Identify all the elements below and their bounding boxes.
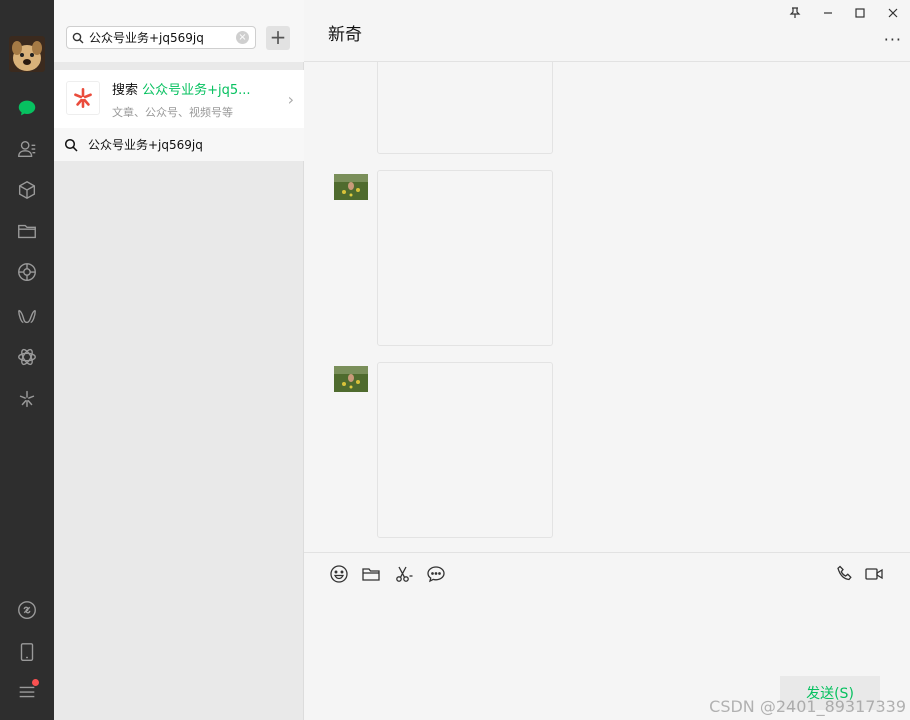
search-suggestion-text: 公众号业务+jq569jq bbox=[88, 138, 203, 152]
search-web-result[interactable]: 搜索 公众号业务+jq5... 文章、公众号、视频号等 › bbox=[54, 70, 304, 128]
files-icon[interactable] bbox=[13, 217, 41, 245]
message-bubble[interactable] bbox=[377, 362, 553, 538]
search-input[interactable] bbox=[89, 30, 229, 45]
search-icon bbox=[67, 32, 89, 44]
maximize-icon[interactable] bbox=[850, 4, 870, 22]
screenshot-scissors-icon[interactable] bbox=[393, 563, 415, 585]
voice-call-icon[interactable] bbox=[834, 563, 856, 585]
search-result-prefix: 搜索 bbox=[112, 83, 143, 98]
search-result-keyword: 公众号业务+jq5... bbox=[142, 83, 251, 98]
contact-avatar[interactable] bbox=[334, 366, 368, 392]
collections-icon[interactable] bbox=[13, 176, 41, 204]
chevron-right-icon: › bbox=[287, 90, 294, 109]
search-result-subtitle: 文章、公众号、视频号等 bbox=[112, 106, 233, 119]
search-feature-icon[interactable] bbox=[13, 343, 41, 371]
moments-icon[interactable] bbox=[13, 258, 41, 286]
add-button[interactable]: + bbox=[266, 26, 290, 50]
message-bubble[interactable] bbox=[377, 62, 553, 154]
message-input-area[interactable] bbox=[304, 596, 910, 672]
user-avatar[interactable] bbox=[9, 36, 45, 72]
search-box[interactable]: × bbox=[66, 26, 256, 49]
notification-badge bbox=[32, 679, 39, 686]
folder-icon[interactable] bbox=[360, 563, 382, 585]
send-button[interactable]: 发送(S) bbox=[780, 676, 880, 710]
mini-program-icon[interactable] bbox=[13, 385, 41, 413]
search-result-title: 搜索 公众号业务+jq5... bbox=[112, 79, 272, 98]
contact-avatar[interactable] bbox=[334, 174, 368, 200]
search-header: × + bbox=[54, 0, 304, 62]
message-bubble[interactable] bbox=[377, 170, 553, 346]
left-nav-bar bbox=[0, 0, 54, 720]
chat-title: 新奇 bbox=[328, 25, 362, 45]
chat-history-icon[interactable] bbox=[425, 563, 447, 585]
clear-search-button[interactable]: × bbox=[236, 31, 249, 44]
emoji-icon[interactable] bbox=[328, 563, 350, 585]
contacts-icon[interactable] bbox=[13, 135, 41, 163]
search-suggestion[interactable]: 公众号业务+jq569jq bbox=[54, 128, 304, 161]
video-call-icon[interactable] bbox=[863, 563, 885, 585]
phone-icon[interactable] bbox=[13, 638, 41, 666]
chat-panel: 新奇 ··· 发送(S) bbox=[304, 0, 910, 720]
message-list bbox=[304, 62, 910, 552]
close-icon[interactable] bbox=[883, 4, 903, 22]
more-options-button[interactable]: ··· bbox=[884, 30, 902, 49]
channels-icon[interactable] bbox=[13, 302, 41, 330]
chat-icon[interactable] bbox=[13, 94, 41, 122]
mini-program-panel-icon[interactable] bbox=[13, 596, 41, 624]
chat-header: 新奇 ··· bbox=[304, 0, 910, 62]
pin-icon[interactable] bbox=[785, 4, 805, 22]
search-panel: × + 搜索 公众号业务+jq5... 文章、公众号、视频号等 › 公众号业务+… bbox=[54, 0, 304, 720]
minimize-icon[interactable] bbox=[818, 4, 838, 22]
input-toolbar bbox=[304, 552, 910, 596]
search-logo-icon bbox=[66, 81, 100, 115]
message-input[interactable] bbox=[304, 596, 910, 672]
search-icon bbox=[64, 138, 82, 152]
menu-icon[interactable] bbox=[13, 678, 41, 706]
